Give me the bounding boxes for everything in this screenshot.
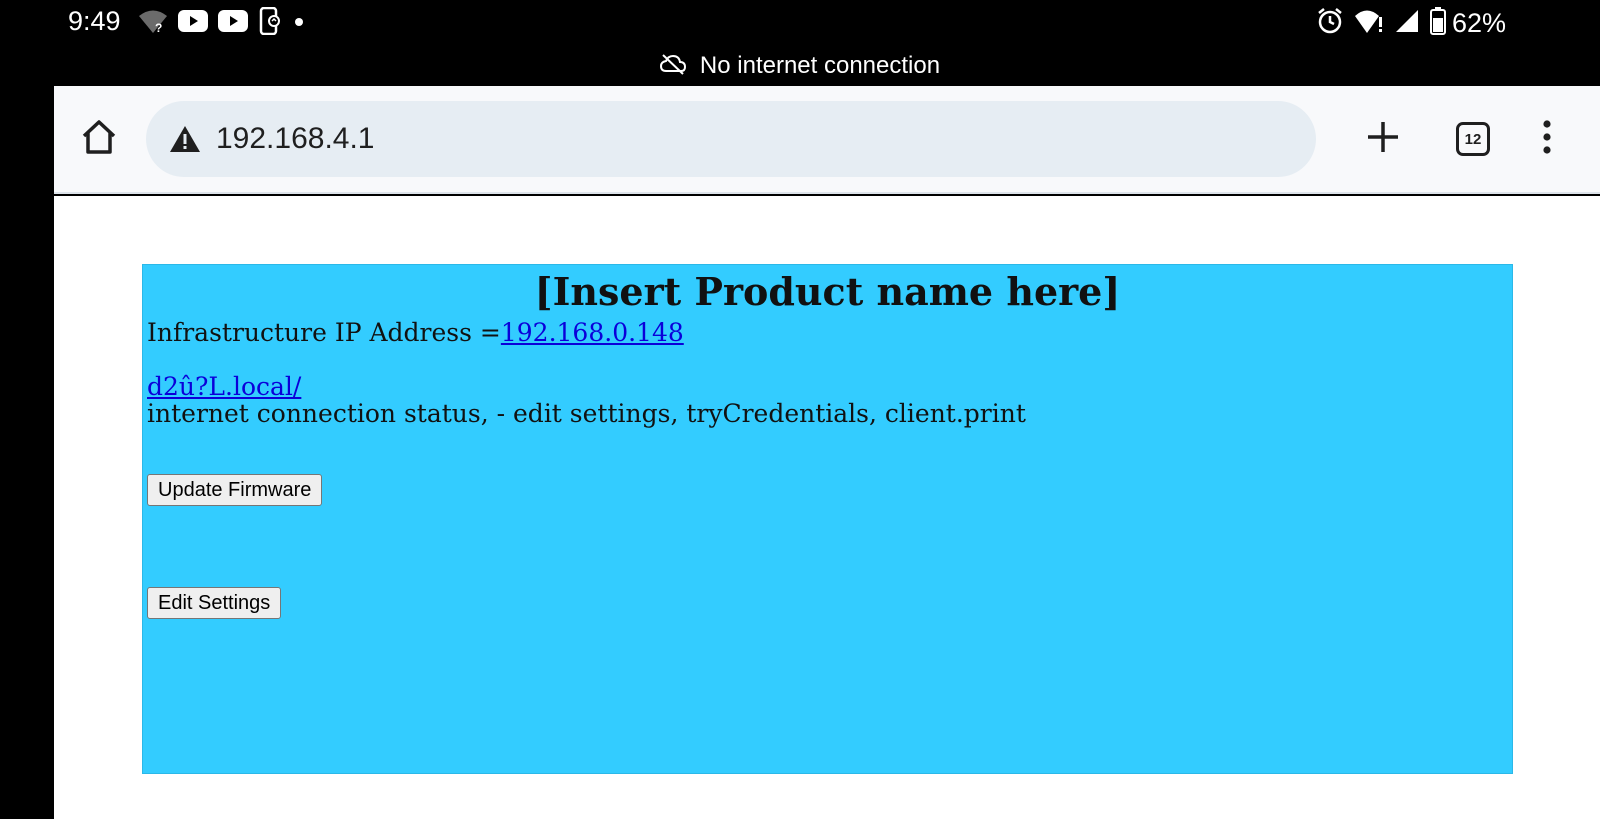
offline-banner: No internet connection [0, 46, 1600, 86]
more-vert-icon [1542, 120, 1552, 158]
browser-toolbar: 192.168.4.1 12 [54, 86, 1600, 194]
edit-settings-button[interactable]: Edit Settings [147, 587, 282, 619]
ip-label: Infrastructure IP Address = [147, 318, 501, 347]
ip-address-link[interactable]: 192.168.0.148 [501, 318, 684, 347]
alarm-icon [1316, 7, 1344, 39]
connection-status-text: internet connection status, - edit setti… [147, 399, 1026, 428]
status-time: 9:49 [68, 6, 121, 36]
offline-text: No internet connection [699, 52, 941, 79]
battery-icon [1429, 7, 1446, 39]
home-button[interactable] [78, 118, 120, 160]
plus-icon [1366, 120, 1400, 158]
update-firmware-button[interactable]: Update Firmware [147, 474, 323, 506]
youtube-icon [178, 10, 208, 36]
battery-percent: 62% [1451, 7, 1506, 38]
cloud-off-icon [659, 53, 686, 79]
wifi-alert-icon [1354, 8, 1384, 38]
phone-sync-icon [258, 6, 282, 39]
status-left-icons: ? [138, 6, 306, 39]
address-bar[interactable]: 192.168.4.1 [146, 101, 1316, 177]
local-hostname-link[interactable]: d2û?L.local/ [147, 372, 301, 401]
dot-icon [292, 14, 306, 33]
wifi-unknown-icon: ? [138, 8, 168, 38]
status-bar: 9:49 ? 62% [0, 0, 1600, 46]
youtube-icon [218, 10, 248, 36]
tab-switcher-button[interactable]: 12 [1452, 118, 1494, 160]
status-right-icons: 62% [1316, 7, 1506, 39]
left-screen-edge [0, 86, 54, 819]
web-page: [Insert Product name here] Infrastructur… [54, 196, 1600, 819]
home-icon [80, 118, 118, 160]
ip-address-line: Infrastructure IP Address =192.168.0.148 [147, 318, 684, 347]
product-panel: [Insert Product name here] Infrastructur… [142, 264, 1513, 774]
tab-count: 12 [1456, 122, 1490, 156]
new-tab-button[interactable] [1362, 118, 1404, 160]
url-text[interactable]: 192.168.4.1 [216, 122, 374, 156]
cell-signal-icon [1394, 8, 1420, 38]
page-title: [Insert Product name here] [534, 269, 1121, 314]
svg-text:?: ? [155, 21, 162, 34]
warning-icon[interactable] [168, 122, 202, 156]
menu-button[interactable] [1526, 118, 1568, 160]
